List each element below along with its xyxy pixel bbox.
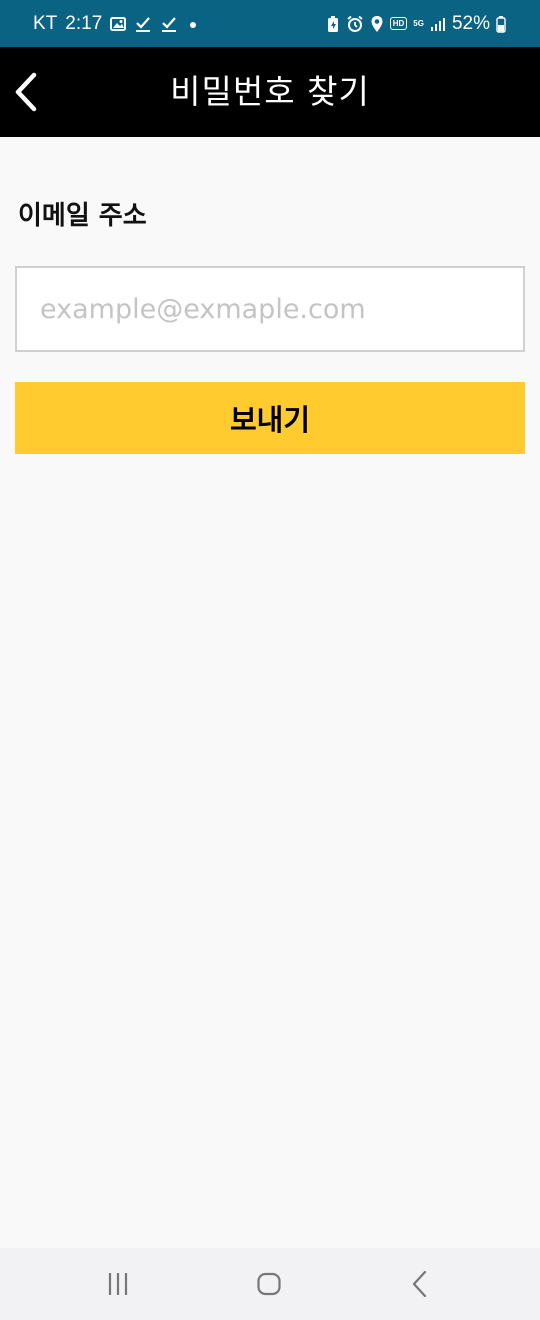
check-icon bbox=[134, 15, 152, 33]
check-icon bbox=[160, 15, 178, 33]
carrier-label: KT bbox=[33, 12, 58, 34]
recent-apps-icon bbox=[108, 1273, 128, 1295]
send-button[interactable]: 보내기 bbox=[15, 382, 525, 454]
email-label: 이메일 주소 bbox=[18, 201, 147, 231]
home-button[interactable] bbox=[229, 1248, 309, 1320]
battery-icon bbox=[496, 15, 506, 33]
recent-apps-button[interactable] bbox=[78, 1248, 158, 1320]
5g-icon: 5G bbox=[413, 19, 424, 28]
page-title: 비밀번호 찾기 bbox=[170, 72, 370, 111]
signal-icon bbox=[430, 16, 446, 32]
battery-saver-icon bbox=[326, 15, 340, 33]
image-icon bbox=[110, 16, 127, 32]
hd-icon: HD bbox=[389, 17, 408, 30]
status-left: KT 2:17 bbox=[33, 0, 200, 47]
status-bar: KT 2:17 HD 5G 52% bbox=[0, 0, 540, 47]
email-field[interactable] bbox=[15, 266, 525, 352]
dot-icon bbox=[186, 17, 200, 31]
status-right: HD 5G 52% bbox=[326, 0, 506, 47]
back-icon bbox=[412, 1270, 427, 1298]
alarm-icon bbox=[346, 15, 364, 33]
app-header: 비밀번호 찾기 bbox=[0, 47, 540, 137]
clock: 2:17 bbox=[65, 12, 103, 34]
system-nav-bar bbox=[0, 1248, 540, 1320]
battery-percent: 52% bbox=[451, 12, 490, 34]
location-icon bbox=[370, 15, 384, 33]
network-label: 5G bbox=[413, 19, 424, 28]
home-icon bbox=[257, 1272, 281, 1296]
nav-back-button[interactable] bbox=[380, 1248, 460, 1320]
